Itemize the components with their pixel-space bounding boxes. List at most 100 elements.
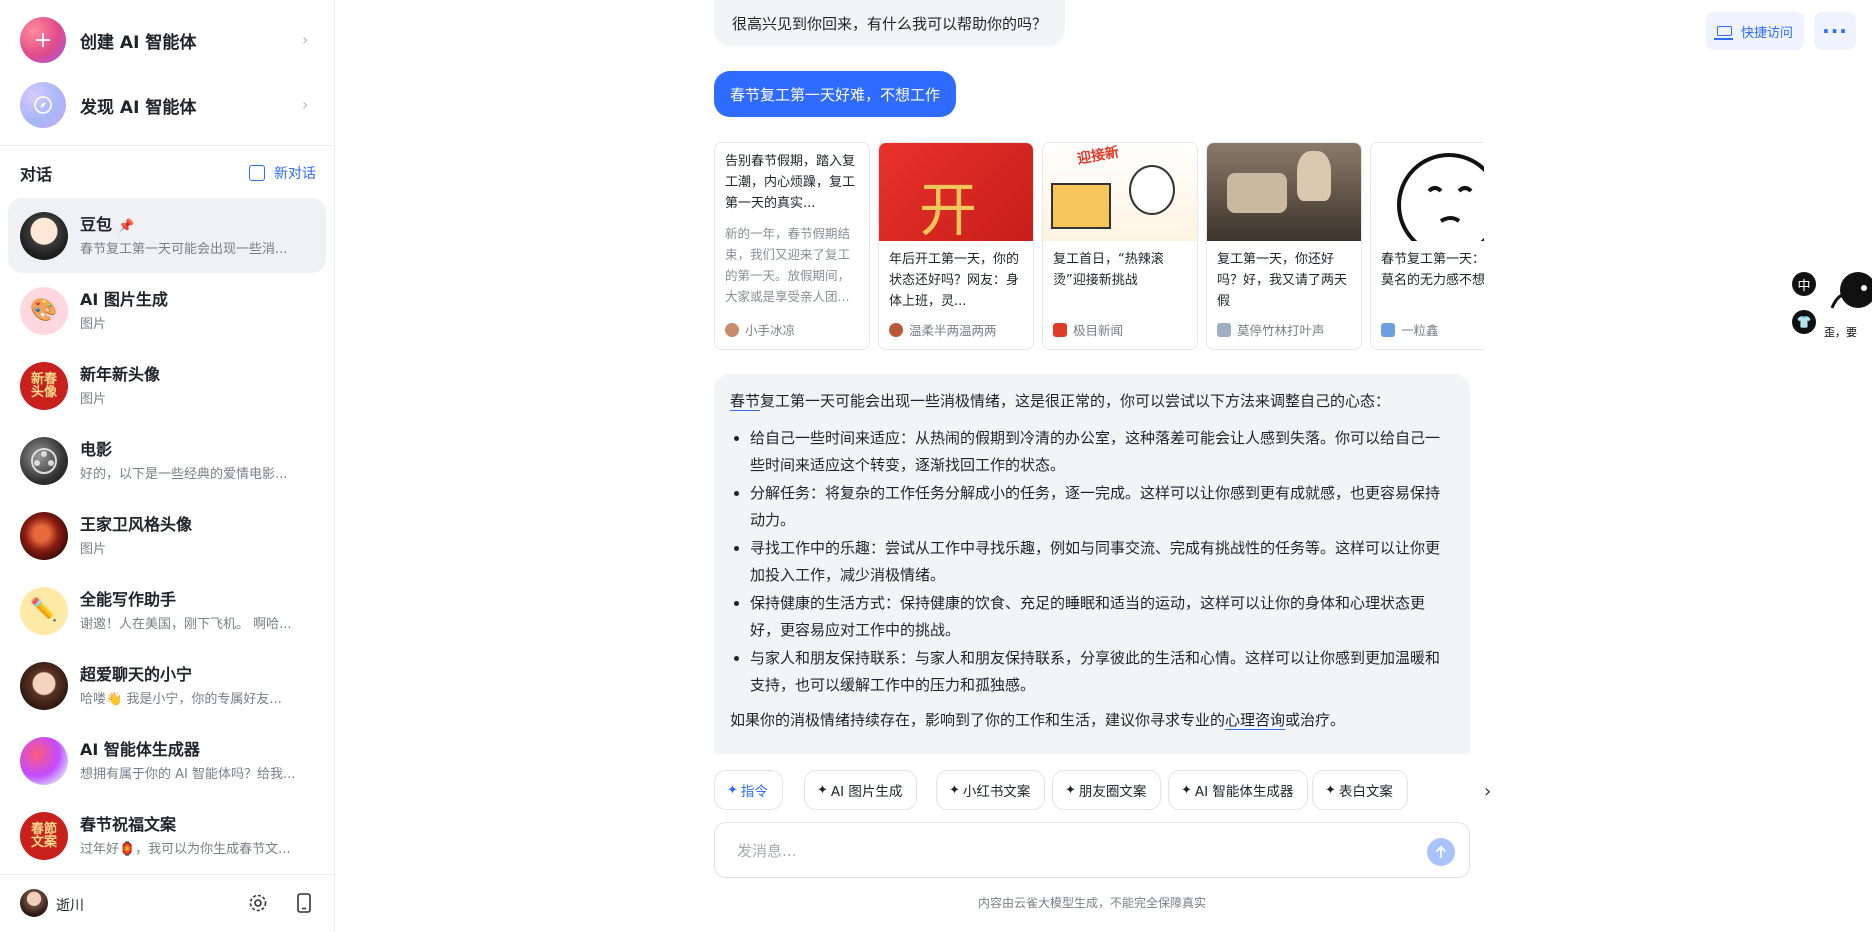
chip-command[interactable]: ✦ 指令: [714, 770, 783, 810]
answer-point: 分解任务：将复杂的工作任务分解成小的任务，逐一完成。这样可以让你感到更有成就感，…: [750, 480, 1454, 534]
quick-access-button[interactable]: 快捷访问: [1706, 12, 1804, 50]
card-title: 年后开工第一天，你的状态还好吗？网友：身体上班，灵...: [889, 252, 1020, 309]
conversation-preview: 图片: [80, 392, 107, 407]
new-conversation-button[interactable]: 新对话: [249, 163, 316, 183]
conversation-preview: 谢邀！人在美国，刚下飞机。 啊哈...: [80, 617, 292, 632]
agent-generator-avatar: [20, 737, 68, 785]
conversation-name: 新年新头像: [80, 365, 161, 384]
user-avatar[interactable]: [20, 889, 48, 917]
chip-love-letter[interactable]: ✦ 表白文案: [1312, 770, 1408, 810]
card-title: 春节复工第一天：一种莫名的无力感不想上班!: [1381, 252, 1484, 288]
language-badge[interactable]: 中: [1792, 272, 1816, 296]
answer-intro: 春节复工第一天可能会出现一些消极情绪，这是很正常的，你可以尝试以下方法来调整自己…: [730, 392, 1391, 410]
conversation-item-spring-greeting[interactable]: 春節文案 春节祝福文案 过年好🏮，我可以为你生成春节文...: [8, 798, 326, 873]
counseling-link[interactable]: 心理咨询: [1225, 711, 1285, 729]
chevron-right-icon: ›: [302, 95, 309, 114]
create-agent-label: 创建 AI 智能体: [80, 32, 197, 53]
floating-widget[interactable]: 中 👕 歪，要: [1792, 268, 1872, 348]
discover-agent-label: 发现 AI 智能体: [80, 97, 197, 118]
reference-card[interactable]: 开 年后开工第一天，你的状态还好吗？网友：身体上班，灵... 温柔半两温两两: [878, 142, 1034, 350]
pencil-icon: ✏️: [20, 587, 68, 635]
conversation-preview: 春节复工第一天可能会出现一些消...: [80, 242, 288, 257]
message-input-box: [714, 822, 1470, 878]
conversations-header: 对话 新对话: [20, 160, 316, 186]
pin-icon: 📌: [118, 219, 135, 234]
conversation-item-doubao[interactable]: 豆包 📌 春节复工第一天可能会出现一些消...: [8, 198, 326, 273]
film-reel-icon: [20, 437, 68, 485]
chip-agent-generator[interactable]: ✦ AI 智能体生成器: [1168, 770, 1309, 810]
conversation-preview: 图片: [80, 317, 107, 332]
conversation-list: 豆包 📌 春节复工第一天可能会出现一些消... 🎨 AI 图片生成 图片 新春头像…: [8, 198, 326, 873]
source-avatar: [725, 322, 739, 337]
card-title: 复工首日，“热辣滚烫”迎接新挑战: [1053, 252, 1164, 288]
conversation-preview: 过年好🏮，我可以为你生成春节文...: [80, 842, 291, 857]
card-image: [1371, 143, 1484, 257]
spring-greeting-avatar: 春節文案: [20, 812, 68, 860]
sidebar-divider: [0, 145, 335, 146]
shirt-icon[interactable]: 👕: [1792, 310, 1816, 334]
message-input[interactable]: [737, 839, 1377, 863]
source-avatar: [1053, 322, 1067, 337]
ai-greeting-bubble: 很高兴见到你回来，有什么我可以帮助你的吗？: [714, 0, 1066, 46]
conversation-preview: 哈喽👋 我是小宁，你的专属好友...: [80, 692, 282, 707]
card-desc: 新的一年，春节假期结束，我们又迎来了复工的第一天。放假期间，大家或是享受亲人团.…: [725, 226, 851, 304]
card-source: 极目新闻: [1053, 320, 1123, 339]
conversation-name: 超爱聊天的小宁: [80, 665, 193, 684]
conversation-preview: 图片: [80, 542, 107, 557]
sparkle-icon: ✦: [949, 782, 960, 798]
conversation-name: 王家卫风格头像: [80, 515, 193, 534]
more-button[interactable]: ···: [1814, 12, 1856, 50]
reference-card[interactable]: 迎接新 复工首日，“热辣滚烫”迎接新挑战 极目新闻: [1042, 142, 1198, 350]
card-title: 复工第一天，你还好吗？好，我又请了两天假: [1217, 252, 1348, 309]
chip-ai-image[interactable]: ✦ AI 图片生成: [804, 770, 918, 810]
chip-xiaohongshu[interactable]: ✦ 小红书文案: [936, 770, 1046, 810]
conversation-item-wkw-avatar[interactable]: 王家卫风格头像 图片: [8, 498, 326, 573]
new-conversation-label: 新对话: [274, 166, 316, 182]
card-source: 温柔半两温两两: [889, 320, 997, 339]
sidebar-footer: 逝川: [0, 874, 335, 932]
suggestion-chips: ✦ 指令 ✦ AI 图片生成 ✦ 小红书文案 ✦ 朋友圈文案 ✦ AI 智能体生成器 ✦ 表…: [714, 770, 1498, 810]
conversation-item-agent-generator[interactable]: AI 智能体生成器 想拥有属于你的 AI 智能体吗？给我...: [8, 723, 326, 798]
doubao-avatar: [20, 212, 68, 260]
answer-point: 寻找工作中的乐趣：尝试从工作中寻找乐趣，例如与同事交流、完成有挑战性的任务等。这…: [750, 535, 1454, 589]
create-agent-button[interactable]: + 创建 AI 智能体 ›: [20, 16, 320, 64]
cartoon-mascot[interactable]: 歪，要: [1822, 268, 1872, 339]
settings-icon[interactable]: [247, 892, 269, 914]
answer-point: 与家人和朋友保持联系：与家人和朋友保持联系，分享彼此的生活和心情。这样可以让你感…: [750, 645, 1454, 699]
reference-card[interactable]: 告别春节假期，踏入复工潮，内心烦躁，复工第一天的真实... 新的一年，春节假期结…: [714, 142, 870, 350]
chip-moments[interactable]: ✦ 朋友圈文案: [1052, 770, 1162, 810]
cartoon-caption: 歪，要: [1824, 326, 1857, 339]
mobile-icon[interactable]: [293, 892, 315, 914]
conversation-preview: 好的，以下是一些经典的爱情电影...: [80, 467, 288, 482]
answer-intro-link[interactable]: 春节: [730, 392, 760, 410]
source-avatar: [889, 322, 903, 337]
conversation-name: AI 图片生成: [80, 290, 168, 309]
chevron-right-icon: ›: [302, 30, 309, 49]
conversation-item-movie[interactable]: 电影 好的，以下是一些经典的爱情电影...: [8, 423, 326, 498]
sparkle-icon: ✦: [817, 782, 828, 798]
sidebar: + 创建 AI 智能体 › 发现 AI 智能体 › 对话 新对话 豆包 📌 春节复…: [0, 0, 335, 932]
compass-icon: [20, 82, 66, 128]
ai-answer: 春节复工第一天可能会出现一些消极情绪，这是很正常的，你可以尝试以下方法来调整自己…: [714, 374, 1470, 754]
user-name: 逝川: [56, 898, 84, 914]
conversation-name: 电影: [80, 440, 113, 459]
chat-main: 快捷访问 ··· 很高兴见到你回来，有什么我可以帮助你的吗？ 春节复工第一天好难…: [336, 0, 1872, 932]
sparkle-icon: ✦: [727, 782, 738, 798]
plus-icon: +: [20, 17, 66, 63]
conversation-item-new-year-avatar[interactable]: 新春头像 新年新头像 图片: [8, 348, 326, 423]
conversation-item-writing[interactable]: ✏️ 全能写作助手 谢邀！人在美国，刚下飞机。 啊哈...: [8, 573, 326, 648]
conversation-item-xiaoning[interactable]: 超爱聊天的小宁 哈喽👋 我是小宁，你的专属好友...: [8, 648, 326, 723]
card-source: 一粒鑫: [1381, 320, 1439, 339]
card-image: [1207, 143, 1361, 241]
reference-card[interactable]: 春节复工第一天：一种莫名的无力感不想上班! 一粒鑫: [1370, 142, 1484, 350]
chevron-right-icon[interactable]: ›: [1484, 781, 1491, 802]
conversation-name: 全能写作助手: [80, 590, 177, 609]
conversation-name: AI 智能体生成器: [80, 740, 200, 759]
xiaoning-avatar: [20, 662, 68, 710]
send-button[interactable]: [1427, 838, 1455, 866]
reference-card[interactable]: 复工第一天，你还好吗？好，我又请了两天假 莫停竹林打叶声: [1206, 142, 1362, 350]
laptop-icon: [1713, 26, 1733, 40]
discover-agent-button[interactable]: 发现 AI 智能体 ›: [20, 81, 320, 129]
source-avatar: [1217, 322, 1231, 337]
conversation-item-ai-image[interactable]: 🎨 AI 图片生成 图片: [8, 273, 326, 348]
